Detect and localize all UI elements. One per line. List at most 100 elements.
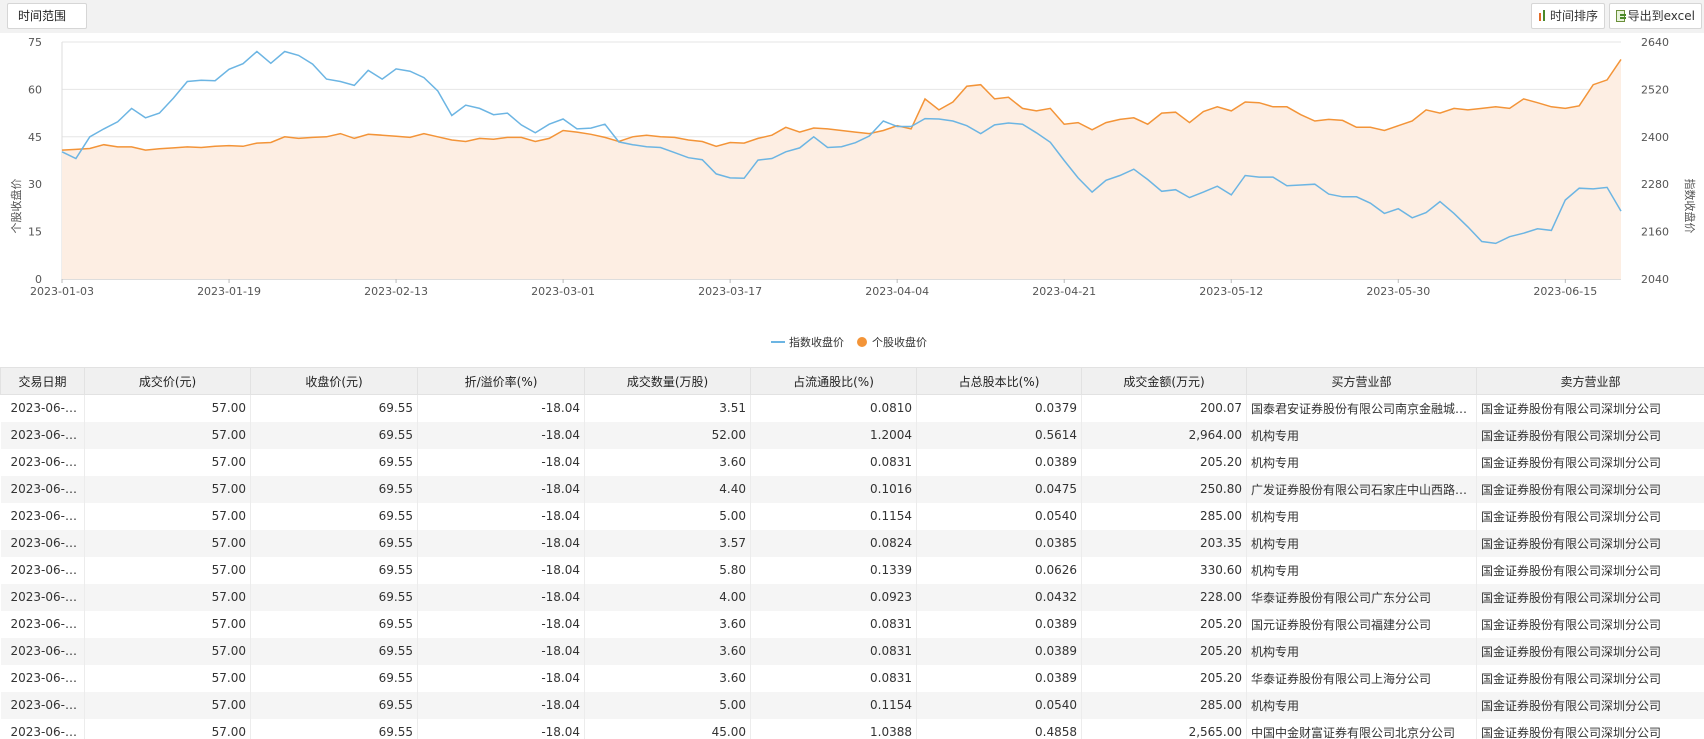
table-cell: 69.55 — [250, 448, 418, 476]
table-cell: 0.0389 — [916, 448, 1082, 476]
table-cell: 69.55 — [250, 421, 418, 449]
table-cell: 205.20 — [1081, 448, 1247, 476]
stock-close-area — [62, 59, 1621, 280]
y-axis-right-label: 指数收盘价 — [1683, 179, 1697, 234]
table-cell: -18.04 — [417, 610, 585, 638]
x-tick-label: 2023-04-04 — [865, 285, 929, 298]
table-row[interactable]: 2023-06-21 57.00 69.55 -18.04 3.60 0.0831 0.03… — [0, 610, 1704, 638]
table-cell: 1.0388 — [750, 718, 917, 739]
toolbar: 时间范围 时间排序 导出到excel — [0, 0, 1704, 33]
table-cell: 0.0810 — [750, 394, 917, 422]
table-row[interactable]: 2023-06-21 57.00 69.55 -18.04 5.00 0.1154 0.05… — [0, 691, 1704, 719]
column-header[interactable]: 成交金额(万元) — [1081, 367, 1247, 395]
x-tick-label: 2023-01-03 — [30, 285, 94, 298]
table-cell: -18.04 — [417, 637, 585, 665]
table-row[interactable]: 2023-06-21 57.00 69.55 -18.04 45.00 1.0388 0.4… — [0, 718, 1704, 739]
table-cell: 机构专用 — [1246, 691, 1477, 719]
table-row[interactable]: 2023-06-21 57.00 69.55 -18.04 3.60 0.0831 0.03… — [0, 664, 1704, 692]
table-cell: 0.0432 — [916, 583, 1082, 611]
table-cell: 57.00 — [84, 421, 251, 449]
table-cell: 57.00 — [84, 637, 251, 665]
table-cell: 国泰君安证券股份有限公司南京金融城证券营业部 — [1246, 394, 1477, 422]
y-right-tick-label: 2640 — [1641, 36, 1669, 49]
table-cell: 57.00 — [84, 556, 251, 584]
table-cell: 国金证券股份有限公司深圳分公司 — [1476, 475, 1704, 503]
time-range-button[interactable]: 时间范围 — [7, 3, 87, 29]
table-cell: 45.00 — [584, 718, 751, 739]
table-cell: 机构专用 — [1246, 637, 1477, 665]
export-excel-button[interactable]: 导出到excel — [1609, 3, 1702, 29]
table-cell: 0.4858 — [916, 718, 1082, 739]
table-cell: -18.04 — [417, 502, 585, 530]
table-cell: 机构专用 — [1246, 529, 1477, 557]
table-cell: 57.00 — [84, 583, 251, 611]
table-cell: 69.55 — [250, 475, 418, 503]
y-left-tick-label: 60 — [28, 83, 42, 96]
y-right-tick-label: 2400 — [1641, 131, 1669, 144]
table-cell: -18.04 — [417, 448, 585, 476]
table-cell: 中国中金财富证券有限公司北京分公司 — [1246, 718, 1477, 739]
table-cell: 2023-06-21 — [0, 529, 85, 557]
legend-index-label[interactable]: 指数收盘价 — [789, 335, 844, 349]
table-cell: 69.55 — [250, 556, 418, 584]
x-tick-label: 2023-04-21 — [1032, 285, 1096, 298]
table-cell: 机构专用 — [1246, 421, 1477, 449]
table-row[interactable]: 2023-06-21 57.00 69.55 -18.04 5.80 0.1339 0.06… — [0, 556, 1704, 584]
table-row[interactable]: 2023-06-21 57.00 69.55 -18.04 5.00 0.1154 0.05… — [0, 502, 1704, 530]
column-header[interactable]: 成交数量(万股) — [584, 367, 751, 395]
legend-stock-label[interactable]: 个股收盘价 — [872, 335, 927, 349]
time-sort-button[interactable]: 时间排序 — [1531, 3, 1605, 29]
table-cell: 0.0389 — [916, 610, 1082, 638]
table-cell: 1.2004 — [750, 421, 917, 449]
table-cell: 69.55 — [250, 529, 418, 557]
table-cell: 3.51 — [584, 394, 751, 422]
table-row[interactable]: 2023-06-21 57.00 69.55 -18.04 4.00 0.0923 0.04… — [0, 583, 1704, 611]
table-row[interactable]: 2023-06-21 57.00 69.55 -18.04 3.51 0.0810 0.03… — [0, 394, 1704, 422]
table-cell: 57.00 — [84, 691, 251, 719]
price-chart: 75 264060 252045 240030 228015 21600 20402023-… — [9, 36, 1697, 349]
table-cell: 57.00 — [84, 394, 251, 422]
table-cell: 285.00 — [1081, 691, 1247, 719]
table-cell: 203.35 — [1081, 529, 1247, 557]
table-cell: 200.07 — [1081, 394, 1247, 422]
export-excel-label: 导出到excel — [1627, 9, 1695, 23]
table-cell: 华泰证券股份有限公司广东分公司 — [1246, 583, 1477, 611]
table-cell: 0.0923 — [750, 583, 917, 611]
table-cell: 华泰证券股份有限公司上海分公司 — [1246, 664, 1477, 692]
y-left-tick-label: 30 — [28, 178, 42, 191]
column-header[interactable]: 卖方营业部 — [1476, 367, 1704, 395]
table-cell: 2,964.00 — [1081, 421, 1247, 449]
column-header[interactable]: 成交价(元) — [84, 367, 251, 395]
table-cell: 国金证券股份有限公司深圳分公司 — [1476, 664, 1704, 692]
table-cell: 0.0626 — [916, 556, 1082, 584]
table-cell: 2023-06-21 — [0, 718, 85, 739]
table-cell: 57.00 — [84, 529, 251, 557]
table-cell: 57.00 — [84, 610, 251, 638]
table-row[interactable]: 2023-06-21 57.00 69.55 -18.04 4.40 0.1016 0.04… — [0, 475, 1704, 503]
table-cell: 国金证券股份有限公司深圳分公司 — [1476, 394, 1704, 422]
table-cell: 2,565.00 — [1081, 718, 1247, 739]
table-row[interactable]: 2023-06-21 57.00 69.55 -18.04 3.60 0.0831 0.03… — [0, 637, 1704, 665]
column-header[interactable]: 交易日期 — [0, 367, 85, 395]
x-tick-label: 2023-02-13 — [364, 285, 428, 298]
column-header[interactable]: 折/溢价率(%) — [417, 367, 585, 395]
x-tick-label: 2023-01-19 — [197, 285, 261, 298]
table-cell: 广发证券股份有限公司石家庄中山西路证券营业部 — [1246, 475, 1477, 503]
table-cell: 330.60 — [1081, 556, 1247, 584]
table-row[interactable]: 2023-06-21 57.00 69.55 -18.04 52.00 1.2004 0.5… — [0, 421, 1704, 449]
column-header[interactable]: 买方营业部 — [1246, 367, 1477, 395]
table-row[interactable]: 2023-06-21 57.00 69.55 -18.04 3.57 0.0824 0.03… — [0, 529, 1704, 557]
column-header[interactable]: 收盘价(元) — [250, 367, 418, 395]
table-cell: 国金证券股份有限公司深圳分公司 — [1476, 691, 1704, 719]
table-cell: 0.1016 — [750, 475, 917, 503]
table-cell: 国金证券股份有限公司深圳分公司 — [1476, 448, 1704, 476]
column-header[interactable]: 占总股本比(%) — [916, 367, 1082, 395]
column-header[interactable]: 占流通股比(%) — [750, 367, 917, 395]
table-header-row: 交易日期 成交价(元) 收盘价(元) 折/溢价率(%) 成交数量(万股) 占流通股比(%)… — [0, 367, 1704, 395]
x-tick-label: 2023-05-12 — [1199, 285, 1263, 298]
sort-icon — [1538, 10, 1547, 22]
table-cell: 69.55 — [250, 583, 418, 611]
chart-legend[interactable]: 指数收盘价 个股收盘价 — [771, 335, 927, 349]
table-row[interactable]: 2023-06-21 57.00 69.55 -18.04 3.60 0.0831 0.03… — [0, 448, 1704, 476]
table-cell: 4.00 — [584, 583, 751, 611]
